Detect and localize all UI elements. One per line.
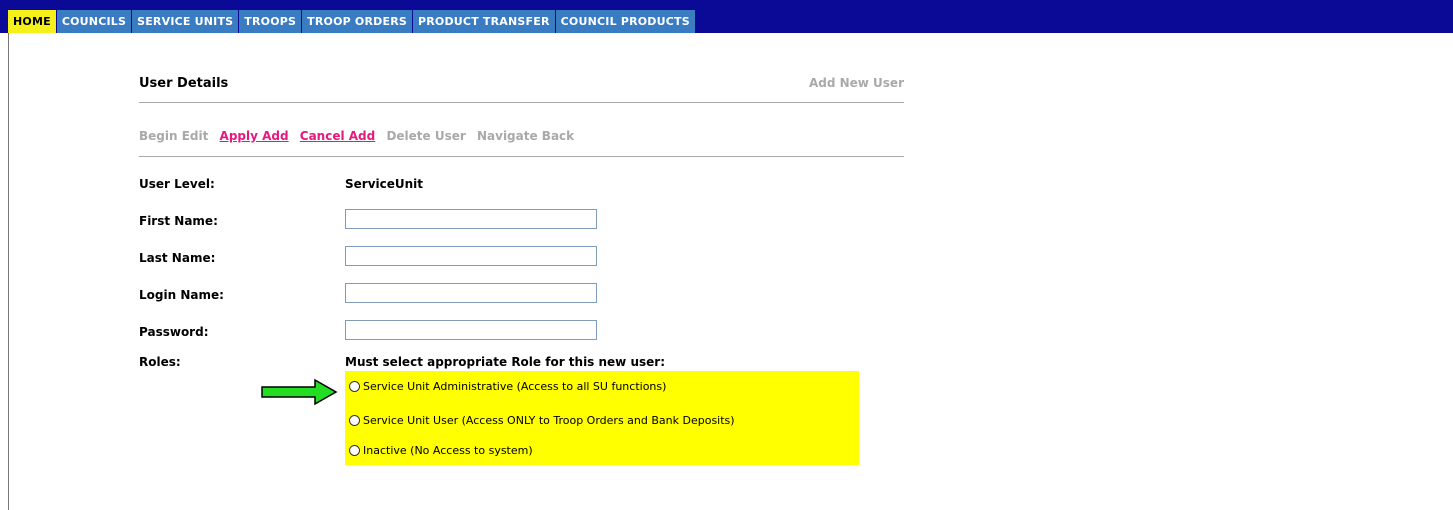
user-level-label: User Level: — [139, 177, 215, 191]
login-name-label: Login Name: — [139, 288, 224, 302]
action-bar: Begin Edit Apply Add Cancel Add Delete U… — [139, 129, 581, 143]
apply-add-link[interactable]: Apply Add — [220, 129, 289, 143]
roles-radio-group: Service Unit Administrative (Access to a… — [345, 371, 859, 465]
begin-edit-link: Begin Edit — [139, 129, 209, 143]
tab-council-products[interactable]: COUNCIL PRODUCTS — [555, 10, 696, 33]
tab-service-units[interactable]: SERVICE UNITS — [132, 10, 240, 33]
green-arrow-icon — [261, 378, 338, 406]
radio-button[interactable] — [349, 381, 360, 392]
password-label: Password: — [139, 325, 209, 339]
last-name-field[interactable] — [345, 246, 597, 266]
roles-label: Roles: — [139, 355, 181, 369]
radio-button[interactable] — [349, 415, 360, 426]
radio-button[interactable] — [349, 445, 360, 456]
navigate-back-link: Navigate Back — [476, 129, 575, 143]
role-option-inactive[interactable]: Inactive (No Access to system) — [349, 444, 533, 457]
first-name-label: First Name: — [139, 214, 218, 228]
tab-troop-orders[interactable]: TROOP ORDERS — [302, 10, 413, 33]
delete-user-link: Delete User — [386, 129, 466, 143]
role-option-su-admin[interactable]: Service Unit Administrative (Access to a… — [349, 380, 666, 393]
login-name-field[interactable] — [345, 283, 597, 303]
role-option-su-user[interactable]: Service Unit User (Access ONLY to Troop … — [349, 414, 735, 427]
divider — [139, 156, 904, 157]
left-border — [8, 33, 9, 510]
role-label: Service Unit Administrative (Access to a… — [363, 380, 667, 393]
user-level-value: ServiceUnit — [345, 177, 424, 191]
role-label: Inactive (No Access to system) — [363, 444, 533, 457]
first-name-field[interactable] — [345, 209, 597, 229]
top-navigation-bar: HOME COUNCILS SERVICE UNITS TROOPS TROOP… — [0, 0, 1453, 33]
role-label: Service Unit User (Access ONLY to Troop … — [363, 414, 735, 427]
tab-home[interactable]: HOME — [8, 10, 57, 33]
page-title: User Details — [139, 76, 229, 91]
divider — [139, 102, 904, 103]
last-name-label: Last Name: — [139, 251, 216, 265]
add-new-user-label: Add New User — [808, 76, 904, 90]
tab-councils[interactable]: COUNCILS — [56, 10, 133, 33]
tab-troops[interactable]: TROOPS — [239, 10, 303, 33]
cancel-add-link[interactable]: Cancel Add — [300, 129, 375, 143]
password-field[interactable] — [345, 320, 597, 340]
main-menu: HOME COUNCILS SERVICE UNITS TROOPS TROOP… — [8, 10, 696, 33]
tab-product-transfer[interactable]: PRODUCT TRANSFER — [412, 10, 556, 33]
roles-instruction: Must select appropriate Role for this ne… — [345, 355, 665, 369]
